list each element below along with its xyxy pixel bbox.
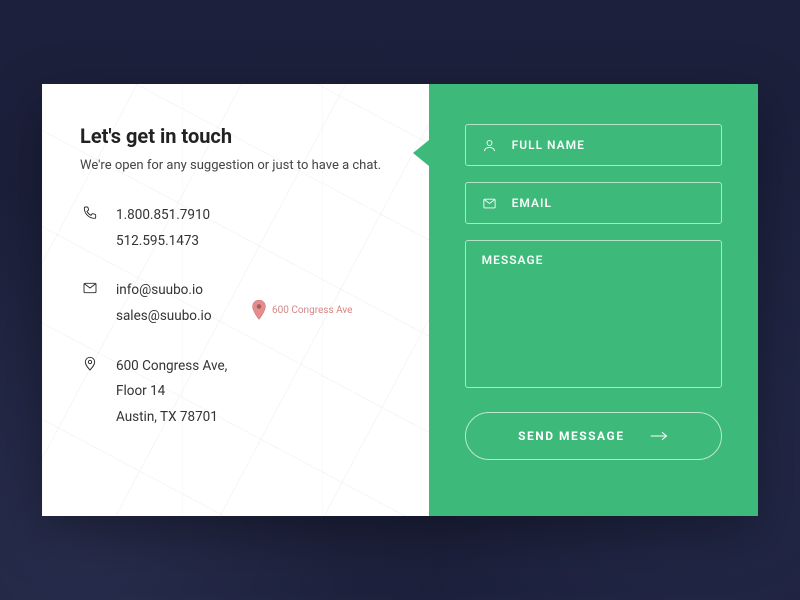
contact-card: Let's get in touch We're open for any su…	[42, 84, 758, 516]
phone-line-2: 512.595.1473	[116, 229, 210, 255]
address-line-3: Austin, TX 78701	[116, 405, 227, 431]
message-input[interactable]	[482, 253, 705, 375]
address-block: 600 Congress Ave, Floor 14 Austin, TX 78…	[80, 354, 391, 431]
phone-line-1: 1.800.851.7910	[116, 203, 210, 229]
mail-icon	[80, 278, 100, 329]
phone-block: 1.800.851.7910 512.595.1473	[80, 203, 391, 254]
name-input[interactable]	[512, 138, 705, 152]
message-field-wrap	[465, 240, 722, 388]
name-field-wrap	[465, 124, 722, 166]
contact-info-panel: Let's get in touch We're open for any su…	[42, 84, 429, 516]
mail-icon	[482, 195, 498, 211]
location-icon	[80, 354, 100, 431]
phone-icon	[80, 203, 100, 254]
email-line-2: sales@suubo.io	[116, 304, 212, 330]
address-line-1: 600 Congress Ave,	[116, 354, 227, 380]
contact-title: Let's get in touch	[80, 124, 391, 148]
arrow-right-icon	[650, 430, 668, 442]
address-line-2: Floor 14	[116, 379, 227, 405]
user-icon	[482, 137, 498, 153]
contact-form: SEND MESSAGE	[429, 84, 758, 516]
send-button[interactable]: SEND MESSAGE	[465, 412, 722, 460]
email-block: info@suubo.io sales@suubo.io	[80, 278, 391, 329]
email-input[interactable]	[512, 196, 705, 210]
email-field-wrap	[465, 182, 722, 224]
email-line-1: info@suubo.io	[116, 278, 212, 304]
contact-subtitle: We're open for any suggestion or just to…	[80, 158, 391, 173]
send-button-label: SEND MESSAGE	[518, 429, 624, 443]
